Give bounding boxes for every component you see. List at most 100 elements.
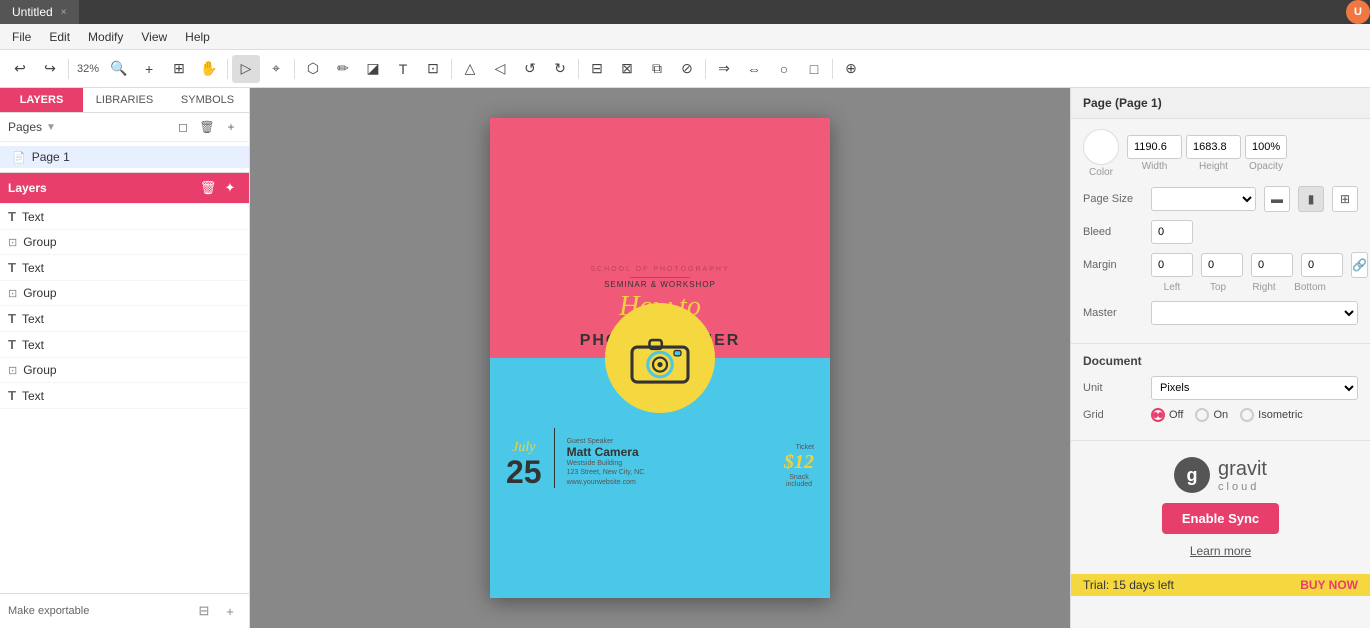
toolbar-separator-2 xyxy=(227,59,228,79)
page-size-select[interactable] xyxy=(1151,187,1256,211)
user-avatar[interactable]: U xyxy=(1346,0,1370,24)
list-item[interactable]: T Text xyxy=(0,383,249,409)
shape-tool[interactable]: ⬡ xyxy=(299,55,327,83)
export-add-button[interactable]: + xyxy=(219,600,241,622)
menu-file[interactable]: File xyxy=(4,28,39,46)
tab-symbols[interactable]: SYMBOLS xyxy=(166,88,249,112)
canvas-area[interactable]: SCHOOL OF PHOTOGRAPHY SEMINAR & WORKSHOP… xyxy=(250,88,1070,628)
circle-tool[interactable]: ○ xyxy=(770,55,798,83)
pages-dropdown-icon[interactable]: ▼ xyxy=(46,122,56,133)
active-tab[interactable]: Untitled × xyxy=(0,0,79,24)
list-item[interactable]: ⊡ Group xyxy=(0,358,249,383)
align-tool[interactable]: ⊟ xyxy=(583,55,611,83)
list-item[interactable]: T Text xyxy=(0,204,249,230)
tab-libraries[interactable]: LIBRARIES xyxy=(83,88,166,112)
add-button[interactable]: + xyxy=(135,55,163,83)
grid-off-label: Off xyxy=(1169,409,1183,421)
rect-tool[interactable]: □ xyxy=(800,55,828,83)
pages-delete-button[interactable]: 🗑 xyxy=(197,117,217,137)
unit-select[interactable]: Pixels Inches Millimeters xyxy=(1151,376,1358,400)
layers-add-button[interactable]: ✦ xyxy=(219,177,241,199)
grid-isometric-option[interactable]: Isometric xyxy=(1240,408,1303,422)
master-select[interactable] xyxy=(1151,301,1358,325)
trial-label: Trial: 15 days left xyxy=(1083,578,1174,592)
tab-close-button[interactable]: × xyxy=(61,7,67,18)
bleed-input[interactable] xyxy=(1151,220,1193,244)
layer-type-icon: ⊡ xyxy=(8,236,17,249)
buy-now-button[interactable]: BUY NOW xyxy=(1300,578,1358,592)
zoom-button[interactable]: 🔍 xyxy=(105,55,133,83)
export-code-button[interactable]: ⊟ xyxy=(193,600,215,622)
layers-delete-button[interactable]: 🗑 xyxy=(197,177,219,199)
group-tool[interactable]: ⧉ xyxy=(643,55,671,83)
pages-hide-button[interactable]: ◻ xyxy=(173,117,193,137)
rotate-ccw-tool[interactable]: ↺ xyxy=(516,55,544,83)
margin-right-input[interactable] xyxy=(1251,253,1293,277)
export-tool[interactable]: ⊕ xyxy=(837,55,865,83)
enable-sync-button[interactable]: Enable Sync xyxy=(1162,503,1279,534)
image-tool[interactable]: ⊡ xyxy=(419,55,447,83)
layer-type-icon: T xyxy=(8,388,16,403)
height-input[interactable] xyxy=(1186,135,1241,159)
margin-bottom-input[interactable] xyxy=(1301,253,1343,277)
document-label: Document xyxy=(1083,354,1358,368)
layer-name: Group xyxy=(23,235,56,249)
redo-button[interactable]: ↪ xyxy=(36,55,64,83)
path-tool[interactable]: ⇒ xyxy=(710,55,738,83)
paint-tool[interactable]: ◪ xyxy=(359,55,387,83)
pan-button[interactable]: ✋ xyxy=(195,55,223,83)
flip-h-tool[interactable]: ◁ xyxy=(486,55,514,83)
grid-radio-group: Off On Isometric xyxy=(1151,408,1303,422)
page-orientation-portrait[interactable]: ▬ xyxy=(1264,186,1290,212)
fit-button[interactable]: ⊞ xyxy=(165,55,193,83)
grid-off-radio[interactable] xyxy=(1151,408,1165,422)
transform-tool[interactable]: △ xyxy=(456,55,484,83)
distribute-tool[interactable]: ⊠ xyxy=(613,55,641,83)
poster-day: 25 xyxy=(506,456,542,488)
menu-help[interactable]: Help xyxy=(177,28,218,46)
margin-top-input[interactable] xyxy=(1201,253,1243,277)
opacity-input[interactable] xyxy=(1245,135,1287,159)
list-item[interactable]: ⊡ Group xyxy=(0,230,249,255)
combine-tool[interactable]: ⇔ xyxy=(740,55,768,83)
color-swatch[interactable] xyxy=(1083,129,1119,165)
list-item[interactable]: ⊡ Group xyxy=(0,281,249,306)
tab-title: Untitled xyxy=(12,5,53,19)
text-tool[interactable]: T xyxy=(389,55,417,83)
menu-bar: File Edit Modify View Help xyxy=(0,24,1370,50)
menu-edit[interactable]: Edit xyxy=(41,28,78,46)
margin-left-input[interactable] xyxy=(1151,253,1193,277)
list-item[interactable]: T Text xyxy=(0,255,249,281)
pages-header: Pages ▼ ◻ 🗑 + xyxy=(0,113,249,142)
margin-link-button[interactable]: 🔗 xyxy=(1351,252,1368,278)
margin-bottom-label: Bottom xyxy=(1289,282,1331,293)
bool-tool[interactable]: ⊘ xyxy=(673,55,701,83)
undo-button[interactable]: ↩ xyxy=(6,55,34,83)
grid-on-option[interactable]: On xyxy=(1195,408,1228,422)
select-tool[interactable]: ▷ xyxy=(232,55,260,83)
learn-more-button[interactable]: Learn more xyxy=(1190,544,1251,558)
menu-view[interactable]: View xyxy=(133,28,175,46)
opacity-sub-label: Opacity xyxy=(1245,161,1287,172)
layer-name: Text xyxy=(22,261,44,275)
pages-add-button[interactable]: + xyxy=(221,117,241,137)
pen-tool[interactable]: ✏ xyxy=(329,55,357,83)
list-item[interactable]: T Text xyxy=(0,306,249,332)
tab-area: Untitled × xyxy=(0,0,1346,24)
rotate-cw-tool[interactable]: ↻ xyxy=(546,55,574,83)
list-item[interactable]: T Text xyxy=(0,332,249,358)
page-item-1[interactable]: 📄 Page 1 xyxy=(0,146,249,168)
grid-on-radio[interactable] xyxy=(1195,408,1209,422)
unit-row: Unit Pixels Inches Millimeters xyxy=(1083,376,1358,400)
grid-isometric-radio[interactable] xyxy=(1240,408,1254,422)
margin-right-label: Right xyxy=(1243,282,1285,293)
layer-name: Text xyxy=(22,312,44,326)
page-orientation-icon[interactable]: ⊞ xyxy=(1332,186,1358,212)
page-orientation-landscape[interactable]: ▮ xyxy=(1298,186,1324,212)
grid-off-option[interactable]: Off xyxy=(1151,408,1183,422)
tab-layers[interactable]: LAYERS xyxy=(0,88,83,112)
node-tool[interactable]: ⌖ xyxy=(262,55,290,83)
menu-modify[interactable]: Modify xyxy=(80,28,131,46)
width-input[interactable] xyxy=(1127,135,1182,159)
color-label: Color xyxy=(1089,167,1113,178)
